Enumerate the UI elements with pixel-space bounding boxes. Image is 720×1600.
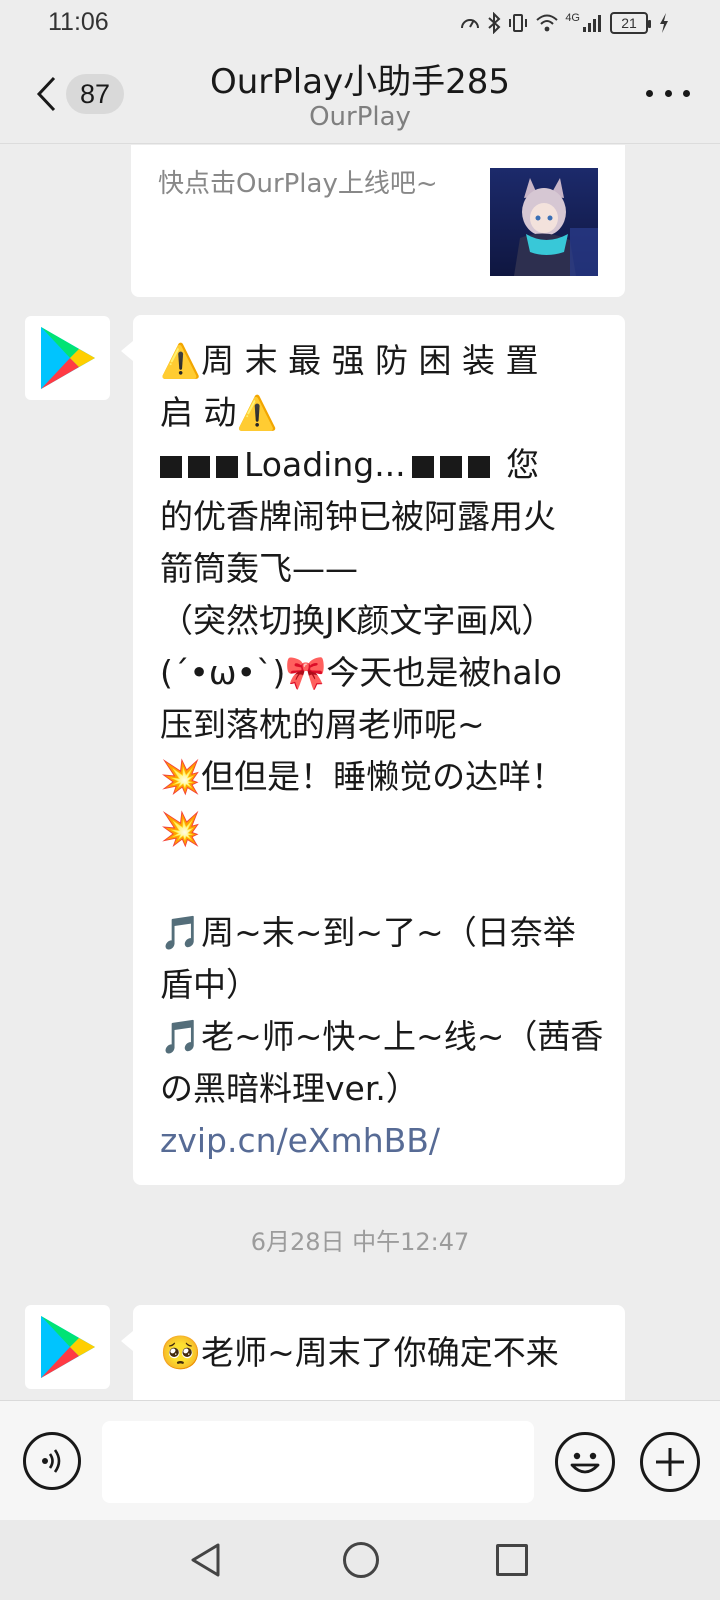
message-line: 💥但但是！睡懒觉の达咩！: [160, 757, 565, 796]
message-line: 压到落枕的屑老师呢~: [160, 705, 485, 744]
ribbon-icon: 🎀: [285, 653, 327, 692]
collision-icon: 💥: [160, 809, 202, 848]
more-functions-button[interactable]: [640, 1432, 700, 1492]
voice-input-button[interactable]: [23, 1432, 81, 1490]
message-line: の黑暗料理ver.）: [160, 1069, 419, 1108]
message-line: Loading... 您: [160, 439, 599, 491]
chat-title: OurPlay小助手285: [209, 62, 511, 102]
black-square-icon: [439, 456, 462, 478]
card-thumbnail: [490, 168, 598, 276]
message-line: 💥: [160, 803, 599, 855]
message-line: (´•ω•`)🎀今天也是被halo: [160, 653, 562, 692]
chat-header: 87 OurPlay小助手285 OurPlay: [0, 44, 720, 144]
input-bar: [0, 1400, 720, 1520]
message-line: 盾中）: [160, 965, 259, 1004]
status-time: 11:06: [48, 8, 109, 36]
message-line: ⚠️周 末 最 强 防 困 装 置: [160, 341, 539, 380]
battery-icon: 21: [610, 12, 651, 34]
black-square-icon: [160, 456, 182, 478]
sender-avatar[interactable]: [25, 1305, 110, 1389]
chat-messages-area[interactable]: … 快点击OurPlay上线吧~: [0, 145, 720, 1400]
text-message[interactable]: ⚠️周 末 最 强 防 困 装 置 启 动⚠️ Loading... 您 的优香…: [121, 315, 625, 1185]
black-square-icon: [188, 456, 210, 478]
message-input[interactable]: [102, 1421, 534, 1503]
dot: [664, 89, 672, 97]
black-square-icon: [467, 456, 490, 478]
link-card-message[interactable]: … 快点击OurPlay上线吧~: [131, 145, 625, 297]
nav-recents-icon[interactable]: [496, 1544, 528, 1576]
card-description: 快点击OurPlay上线吧~: [158, 169, 438, 199]
message-line: 箭筒轰飞——: [160, 549, 358, 588]
play-store-logo-icon: [40, 327, 95, 389]
message-line: 🎵周~末~到~了~（日奈举: [160, 913, 576, 952]
message-line: 的优香牌闹钟已被阿露用火: [160, 497, 556, 536]
warning-icon: ⚠️: [236, 393, 278, 432]
network-type: 4G: [565, 12, 580, 24]
message-line: 🥺老师~周末了你确定不来: [160, 1333, 559, 1372]
vibrate-icon: [509, 14, 528, 32]
pleading-face-icon: 🥺: [160, 1333, 202, 1372]
system-navigation-bar: [0, 1520, 720, 1600]
nav-back-icon[interactable]: [188, 1542, 224, 1578]
smiley-icon: [570, 1452, 600, 1474]
voice-icon: [42, 1449, 61, 1473]
play-store-logo-icon: [40, 1316, 95, 1378]
anime-character-thumbnail-icon: [490, 168, 598, 276]
collision-icon: 💥: [160, 757, 202, 796]
bluetooth-icon: [488, 12, 501, 34]
music-note-icon: 🎵: [160, 913, 202, 952]
signal-icon: [583, 15, 601, 32]
message-line: 🎵老~师~快~上~线~（茜香: [160, 1017, 604, 1056]
plus-icon: [656, 1448, 684, 1476]
speed-icon: [461, 19, 480, 29]
more-options-button[interactable]: [646, 78, 690, 108]
black-square-icon: [216, 456, 238, 478]
wifi-icon: [536, 14, 558, 32]
status-bar: 11:06 4G 21: [0, 0, 720, 44]
status-icons: 4G 21: [459, 10, 670, 36]
sender-avatar[interactable]: [25, 316, 110, 400]
text-message[interactable]: 🥺老师~周末了你确定不来: [121, 1305, 625, 1400]
charging-icon: [660, 13, 668, 33]
message-line: 启 动⚠️: [160, 393, 278, 432]
emoji-button[interactable]: [555, 1432, 615, 1492]
nav-home-icon[interactable]: [343, 1542, 379, 1578]
music-note-icon: 🎵: [160, 1017, 202, 1056]
chat-subtitle: OurPlay: [309, 102, 411, 132]
warning-icon: ⚠️: [160, 341, 202, 380]
battery-level: 21: [621, 15, 637, 31]
message-line: （突然切换JK颜文字画风）: [160, 601, 555, 640]
black-square-icon: [411, 456, 434, 478]
dot: [683, 89, 690, 97]
dot: [646, 89, 653, 97]
message-link[interactable]: zvip.cn/eXmhBB/: [160, 1115, 599, 1167]
time-divider: 6月28日 中午12:47: [250, 1228, 470, 1256]
